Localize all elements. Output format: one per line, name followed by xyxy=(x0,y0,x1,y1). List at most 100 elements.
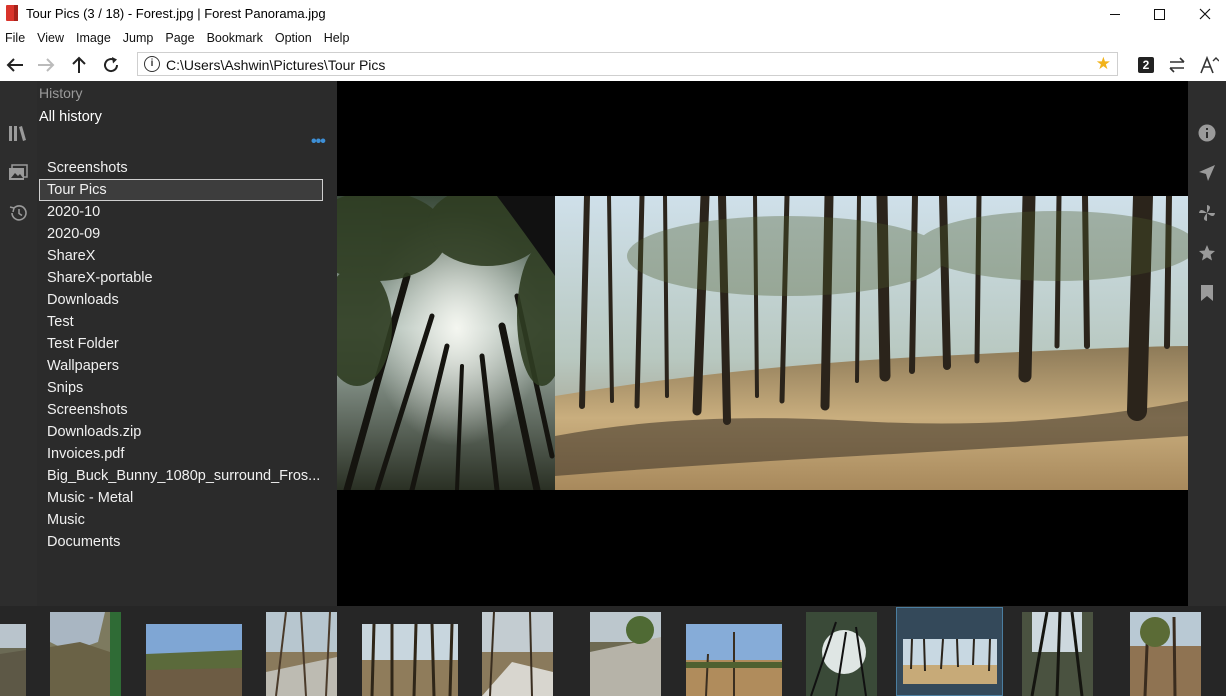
history-icon xyxy=(9,205,27,221)
navigation-bar: i C:\Users\Ashwin\Pictures\Tour Pics ★ 2 xyxy=(0,50,1226,80)
history-item[interactable]: Wallpapers xyxy=(39,355,323,377)
thumbnail-tall-trees-image xyxy=(1022,612,1093,696)
star-icon xyxy=(1199,245,1215,261)
navigate-icon xyxy=(1199,165,1215,181)
close-button[interactable] xyxy=(1182,0,1226,28)
history-item[interactable]: Test xyxy=(39,311,323,333)
images-icon xyxy=(9,164,28,180)
right-icon-rail xyxy=(1188,81,1226,606)
image-viewer[interactable] xyxy=(337,81,1188,606)
thumbnail[interactable] xyxy=(0,624,26,696)
text-size-icon xyxy=(1200,56,1219,74)
address-field[interactable]: i C:\Users\Ashwin\Pictures\Tour Pics ★ xyxy=(137,52,1118,76)
favorites-button[interactable] xyxy=(1196,242,1218,264)
menu-page[interactable]: Page xyxy=(165,28,194,50)
thumbnail-canopy-image xyxy=(806,612,877,696)
pagelist-button[interactable] xyxy=(6,161,30,185)
history-item[interactable]: 2020-10 xyxy=(39,201,323,223)
forward-button[interactable] xyxy=(34,53,58,77)
library-icon xyxy=(9,126,26,141)
menu-bar: File View Image Jump Page Bookmark Optio… xyxy=(0,28,1226,50)
thumbnail[interactable] xyxy=(1130,612,1201,696)
forest-photo xyxy=(337,196,1188,490)
history-item[interactable]: Documents xyxy=(39,531,323,553)
history-list: Screenshots Tour Pics 2020-10 2020-09 Sh… xyxy=(39,157,323,553)
menu-help[interactable]: Help xyxy=(324,28,350,50)
thumbnail[interactable] xyxy=(50,612,121,696)
menu-jump[interactable]: Jump xyxy=(123,28,154,50)
thumbnail-selected[interactable] xyxy=(903,639,997,684)
menu-view[interactable]: View xyxy=(37,28,64,50)
history-item[interactable]: Big_Buck_Bunny_1080p_surround_Fros... xyxy=(39,465,323,487)
navigator-button[interactable] xyxy=(1196,162,1218,184)
maximize-icon xyxy=(1153,8,1165,20)
thumbnail[interactable] xyxy=(482,612,553,696)
history-item[interactable]: Screenshots xyxy=(39,399,323,421)
app-icon xyxy=(6,5,18,21)
history-item[interactable]: Downloads.zip xyxy=(39,421,323,443)
history-button[interactable] xyxy=(6,201,30,225)
thumbnail[interactable] xyxy=(1022,612,1093,696)
thumbnail[interactable] xyxy=(806,612,877,696)
address-path: C:\Users\Ashwin\Pictures\Tour Pics xyxy=(166,57,386,73)
history-item[interactable]: ShareX xyxy=(39,245,323,267)
history-item[interactable]: Music xyxy=(39,509,323,531)
thumbnail[interactable] xyxy=(362,624,458,696)
history-item-selected[interactable]: Tour Pics xyxy=(39,179,323,201)
bookmark-button[interactable] xyxy=(1196,282,1218,304)
history-item[interactable]: 2020-09 xyxy=(39,223,323,245)
arrow-up-icon xyxy=(72,56,86,73)
page-mode-badge: 2 xyxy=(1138,57,1154,73)
forest-panorama-image xyxy=(337,196,1188,490)
history-item[interactable]: Invoices.pdf xyxy=(39,443,323,465)
bookmark-icon xyxy=(1201,285,1213,301)
thumbnail[interactable] xyxy=(266,612,337,696)
pinwheel-icon xyxy=(1199,205,1215,221)
history-panel: History All history ••• Screenshots Tour… xyxy=(37,81,337,606)
menu-file[interactable]: File xyxy=(5,28,25,50)
refresh-button[interactable] xyxy=(99,53,123,77)
history-item[interactable]: Snips xyxy=(39,377,323,399)
history-item[interactable]: Music - Metal xyxy=(39,487,323,509)
bookshelf-button[interactable] xyxy=(6,121,30,145)
back-button[interactable] xyxy=(3,53,27,77)
close-icon xyxy=(1199,8,1211,20)
thumbnail-trail-image xyxy=(1130,612,1201,696)
thumbnail-stone-wall-image xyxy=(590,612,661,696)
info-icon: i xyxy=(144,56,160,72)
font-size-button[interactable] xyxy=(1198,55,1220,75)
menu-option[interactable]: Option xyxy=(275,28,312,50)
maximize-button[interactable] xyxy=(1136,0,1182,28)
thumbnail-palm-field-image xyxy=(686,624,782,696)
swap-icon xyxy=(1169,57,1185,73)
thumbnail[interactable] xyxy=(146,624,242,696)
thumbnail-wall-trees-image xyxy=(266,612,337,696)
menu-image[interactable]: Image xyxy=(76,28,111,50)
thumbnail-strip xyxy=(0,606,1226,696)
thumbnail-field-image xyxy=(146,624,242,696)
up-button[interactable] xyxy=(67,53,91,77)
star-icon[interactable]: ★ xyxy=(1096,54,1111,74)
page-mode-button[interactable]: 2 xyxy=(1135,55,1157,75)
thumbnail-forest-panorama-image xyxy=(903,639,997,684)
window-title: Tour Pics (3 / 18) - Forest.jpg | Forest… xyxy=(26,6,326,21)
more-options-button[interactable]: ••• xyxy=(311,133,326,151)
info-icon xyxy=(1198,124,1216,142)
thumbnail-rocks-image xyxy=(0,624,26,696)
history-title: History xyxy=(39,85,83,101)
minimize-button[interactable] xyxy=(1092,0,1138,28)
information-button[interactable] xyxy=(1196,122,1218,144)
thumbnail[interactable] xyxy=(590,612,661,696)
thumbnail-fence-path-image xyxy=(482,612,553,696)
all-history-link[interactable]: All history xyxy=(39,109,102,125)
swap-direction-button[interactable] xyxy=(1166,55,1188,75)
history-item[interactable]: ShareX-portable xyxy=(39,267,323,289)
thumbnail-pine-forest-image xyxy=(362,624,458,696)
title-bar: Tour Pics (3 / 18) - Forest.jpg | Forest… xyxy=(0,0,1226,28)
menu-bookmark[interactable]: Bookmark xyxy=(207,28,263,50)
history-item[interactable]: Screenshots xyxy=(39,157,323,179)
effect-button[interactable] xyxy=(1196,202,1218,224)
thumbnail[interactable] xyxy=(686,624,782,696)
history-item[interactable]: Downloads xyxy=(39,289,323,311)
history-item[interactable]: Test Folder xyxy=(39,333,323,355)
